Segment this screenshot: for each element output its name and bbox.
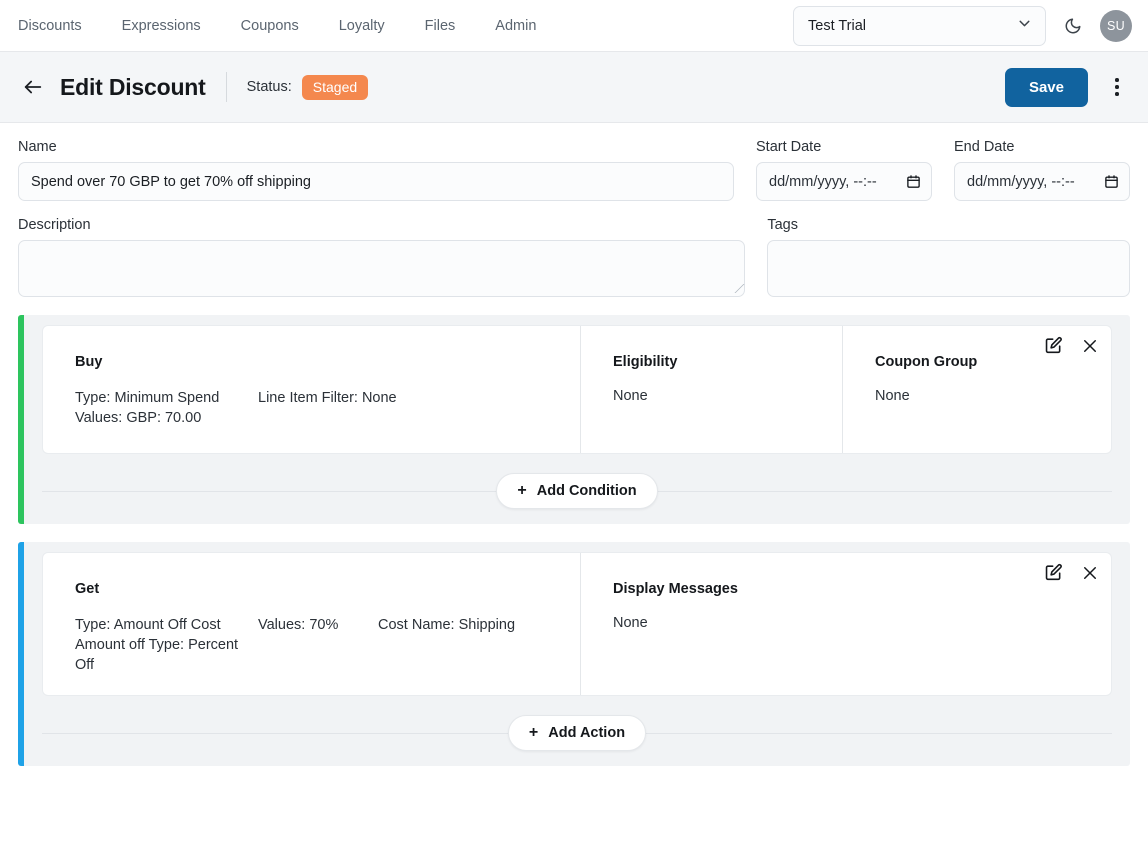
description-label: Description xyxy=(18,217,745,233)
date-fields-group: Start Date dd/mm/yyyy, --:-- End Date dd… xyxy=(756,139,1130,201)
nav-right-group: Test Trial SU xyxy=(793,6,1132,46)
condition-card-actions xyxy=(1044,336,1099,355)
get-cost-name: Cost Name: Shipping xyxy=(378,615,515,675)
nav-links: Discounts Expressions Coupons Loyalty Fi… xyxy=(18,12,556,40)
tenant-select-value: Test Trial xyxy=(808,18,866,34)
start-date-input[interactable]: dd/mm/yyyy, --:-- xyxy=(756,162,932,201)
display-messages-title: Display Messages xyxy=(613,581,1111,597)
coupon-group-title: Coupon Group xyxy=(875,354,1111,370)
buy-title: Buy xyxy=(75,354,580,370)
page-title: Edit Discount xyxy=(60,74,206,101)
calendar-icon[interactable] xyxy=(1104,174,1119,189)
status-badge: Staged xyxy=(302,75,368,100)
calendar-icon[interactable] xyxy=(906,174,921,189)
form-row-secondary: Description Tags xyxy=(0,205,1148,297)
chevron-down-icon xyxy=(1016,15,1033,36)
add-condition-row: + Add Condition xyxy=(42,472,1112,510)
tenant-select[interactable]: Test Trial xyxy=(793,6,1046,46)
header-actions: Save xyxy=(1005,68,1132,107)
name-label: Name xyxy=(18,139,734,155)
get-values: Values: 70% xyxy=(258,615,378,675)
start-date-value: dd/mm/yyyy, --:-- xyxy=(769,174,877,190)
header-divider xyxy=(226,72,227,102)
description-textarea[interactable] xyxy=(18,240,745,297)
edit-square-pencil-icon[interactable] xyxy=(1044,336,1063,355)
nav-link-files[interactable]: Files xyxy=(405,12,476,40)
tags-field-group: Tags xyxy=(767,217,1130,297)
resize-handle-icon[interactable] xyxy=(730,283,742,295)
eligibility-column: Eligibility None xyxy=(580,326,842,453)
buy-line-item-filter: Line Item Filter: None xyxy=(258,388,397,428)
plus-icon: + xyxy=(517,483,526,499)
description-field-group: Description xyxy=(18,217,745,297)
get-type: Type: Amount Off Cost xyxy=(75,615,258,635)
kebab-menu-icon[interactable] xyxy=(1102,70,1132,104)
get-details: Type: Amount Off Cost Amount off Type: P… xyxy=(75,615,580,675)
get-amount-off-type: Amount off Type: Percent Off xyxy=(75,635,258,675)
name-field-group: Name xyxy=(18,139,734,201)
buy-type-values: Type: Minimum Spend Values: GBP: 70.00 xyxy=(75,388,258,428)
get-title: Get xyxy=(75,581,580,597)
add-action-label: Add Action xyxy=(548,725,625,741)
add-condition-button[interactable]: + Add Condition xyxy=(496,473,657,509)
nav-link-expressions[interactable]: Expressions xyxy=(102,12,221,40)
buy-details: Type: Minimum Spend Values: GBP: 70.00 L… xyxy=(75,388,580,428)
eligibility-title: Eligibility xyxy=(613,354,842,370)
close-x-icon[interactable] xyxy=(1081,337,1099,355)
save-button[interactable]: Save xyxy=(1005,68,1088,107)
action-section: Get Type: Amount Off Cost Amount off Typ… xyxy=(18,542,1130,766)
eligibility-value: None xyxy=(613,388,842,404)
get-column: Get Type: Amount Off Cost Amount off Typ… xyxy=(43,553,580,695)
avatar[interactable]: SU xyxy=(1100,10,1132,42)
page-header: Edit Discount Status: Staged Save xyxy=(0,52,1148,123)
coupon-group-value: None xyxy=(875,388,1111,404)
buy-values: Values: GBP: 70.00 xyxy=(75,408,258,428)
form-row-primary: Name Start Date dd/mm/yyyy, --:-- End Da… xyxy=(0,123,1148,205)
action-card-actions xyxy=(1044,563,1099,582)
add-condition-label: Add Condition xyxy=(537,483,637,499)
tags-input[interactable] xyxy=(767,240,1130,297)
nav-link-coupons[interactable]: Coupons xyxy=(221,12,319,40)
nav-link-admin[interactable]: Admin xyxy=(475,12,556,40)
condition-section-body: Buy Type: Minimum Spend Values: GBP: 70.… xyxy=(24,315,1130,524)
condition-section: Buy Type: Minimum Spend Values: GBP: 70.… xyxy=(18,315,1130,524)
plus-icon: + xyxy=(529,725,538,741)
arrow-left-icon[interactable] xyxy=(18,72,48,102)
end-date-group: End Date dd/mm/yyyy, --:-- xyxy=(954,139,1130,201)
display-messages-value: None xyxy=(613,615,1111,631)
add-action-button[interactable]: + Add Action xyxy=(508,715,646,751)
tags-label: Tags xyxy=(767,217,1130,233)
get-type-amount-off-type: Type: Amount Off Cost Amount off Type: P… xyxy=(75,615,258,675)
end-date-label: End Date xyxy=(954,139,1130,155)
start-date-group: Start Date dd/mm/yyyy, --:-- xyxy=(756,139,932,201)
add-action-row: + Add Action xyxy=(42,714,1112,752)
moon-icon[interactable] xyxy=(1060,13,1086,39)
condition-card[interactable]: Buy Type: Minimum Spend Values: GBP: 70.… xyxy=(42,325,1112,454)
edit-square-pencil-icon[interactable] xyxy=(1044,563,1063,582)
buy-type: Type: Minimum Spend xyxy=(75,388,258,408)
display-messages-column: Display Messages None xyxy=(580,553,1111,695)
end-date-input[interactable]: dd/mm/yyyy, --:-- xyxy=(954,162,1130,201)
nav-link-loyalty[interactable]: Loyalty xyxy=(319,12,405,40)
start-date-label: Start Date xyxy=(756,139,932,155)
action-card[interactable]: Get Type: Amount Off Cost Amount off Typ… xyxy=(42,552,1112,696)
buy-column: Buy Type: Minimum Spend Values: GBP: 70.… xyxy=(43,326,580,453)
end-date-value: dd/mm/yyyy, --:-- xyxy=(967,174,1075,190)
top-navigation-bar: Discounts Expressions Coupons Loyalty Fi… xyxy=(0,0,1148,52)
nav-link-discounts[interactable]: Discounts xyxy=(18,12,102,40)
name-input[interactable] xyxy=(18,162,734,201)
status-label: Status: xyxy=(247,79,292,95)
action-section-body: Get Type: Amount Off Cost Amount off Typ… xyxy=(24,542,1130,766)
close-x-icon[interactable] xyxy=(1081,564,1099,582)
